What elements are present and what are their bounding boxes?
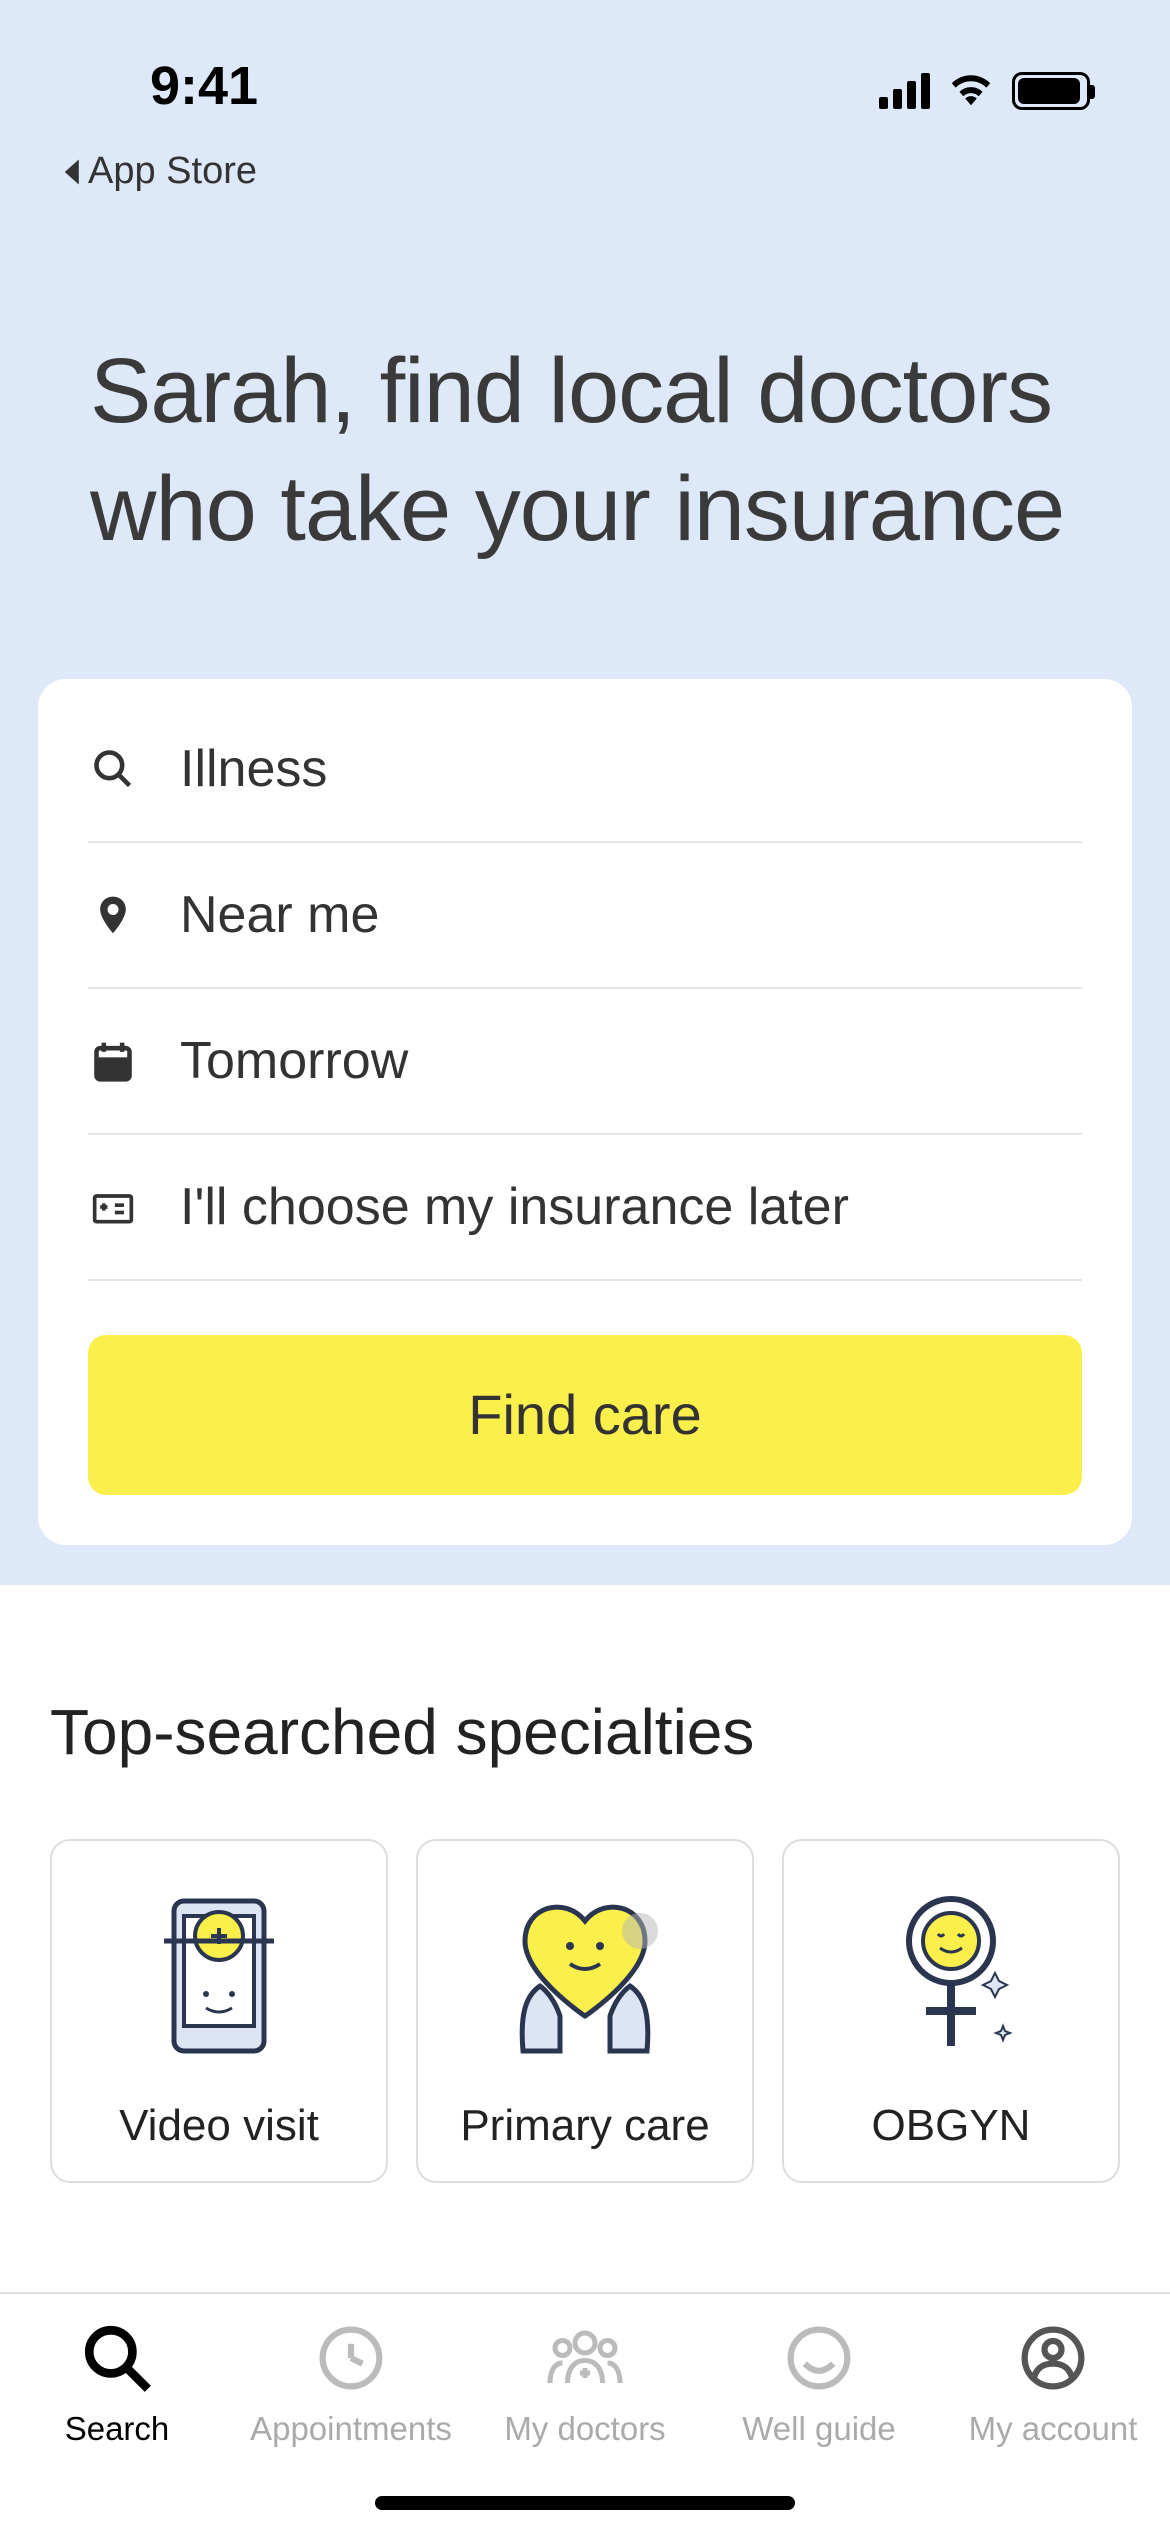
status-indicators xyxy=(879,70,1090,111)
insurance-card-icon xyxy=(88,1185,138,1229)
obgyn-icon xyxy=(861,1881,1041,2071)
page-headline: Sarah, find local doctors who take your … xyxy=(0,223,1170,679)
search-tab-icon xyxy=(77,2318,157,2398)
specialty-card-video-visit[interactable]: Video visit xyxy=(50,1839,388,2183)
location-pin-icon xyxy=(88,893,138,937)
back-to-appstore-link[interactable]: App Store xyxy=(0,150,1170,223)
account-icon xyxy=(1013,2318,1093,2398)
battery-icon xyxy=(1012,72,1090,110)
tab-label: My doctors xyxy=(504,2410,665,2448)
tab-label: My account xyxy=(969,2410,1138,2448)
back-link-label: App Store xyxy=(88,150,257,193)
tab-well-guide[interactable]: Well guide xyxy=(702,2318,936,2448)
cellular-signal-icon xyxy=(879,73,930,109)
specialty-label: Video visit xyxy=(119,2101,319,2151)
specialties-title: Top-searched specialties xyxy=(50,1695,1120,1769)
status-time: 9:41 xyxy=(150,55,258,117)
calendar-icon xyxy=(88,1039,138,1083)
search-insurance-field[interactable]: I'll choose my insurance later xyxy=(88,1135,1082,1281)
tab-label: Well guide xyxy=(742,2410,895,2448)
tab-label: Appointments xyxy=(250,2410,452,2448)
clock-icon xyxy=(311,2318,391,2398)
date-value: Tomorrow xyxy=(180,1031,408,1091)
status-bar: 9:41 xyxy=(0,0,1170,150)
search-date-field[interactable]: Tomorrow xyxy=(88,989,1082,1135)
tab-label: Search xyxy=(65,2410,170,2448)
smile-icon xyxy=(779,2318,859,2398)
specialty-card-primary-care[interactable]: Primary care xyxy=(416,1839,754,2183)
tab-search[interactable]: Search xyxy=(0,2318,234,2448)
location-value: Near me xyxy=(180,885,379,945)
home-indicator[interactable] xyxy=(375,2496,795,2510)
specialty-label: Primary care xyxy=(460,2101,709,2151)
find-care-button[interactable]: Find care xyxy=(88,1335,1082,1495)
tab-my-account[interactable]: My account xyxy=(936,2318,1170,2448)
wifi-icon xyxy=(948,70,994,111)
search-location-field[interactable]: Near me xyxy=(88,843,1082,989)
insurance-value: I'll choose my insurance later xyxy=(180,1177,849,1237)
condition-value: Illness xyxy=(180,739,327,799)
tab-appointments[interactable]: Appointments xyxy=(234,2318,468,2448)
search-icon xyxy=(88,747,138,791)
specialty-label: OBGYN xyxy=(872,2101,1031,2151)
primary-care-icon xyxy=(495,1881,675,2071)
doctors-group-icon xyxy=(545,2318,625,2398)
specialty-card-obgyn[interactable]: OBGYN xyxy=(782,1839,1120,2183)
search-card: Illness Near me Tomorrow I'll choose my … xyxy=(38,679,1132,1545)
tab-my-doctors[interactable]: My doctors xyxy=(468,2318,702,2448)
specialties-section: Top-searched specialties Video visit xyxy=(0,1585,1170,2183)
search-condition-field[interactable]: Illness xyxy=(88,719,1082,843)
video-visit-icon xyxy=(129,1881,309,2071)
